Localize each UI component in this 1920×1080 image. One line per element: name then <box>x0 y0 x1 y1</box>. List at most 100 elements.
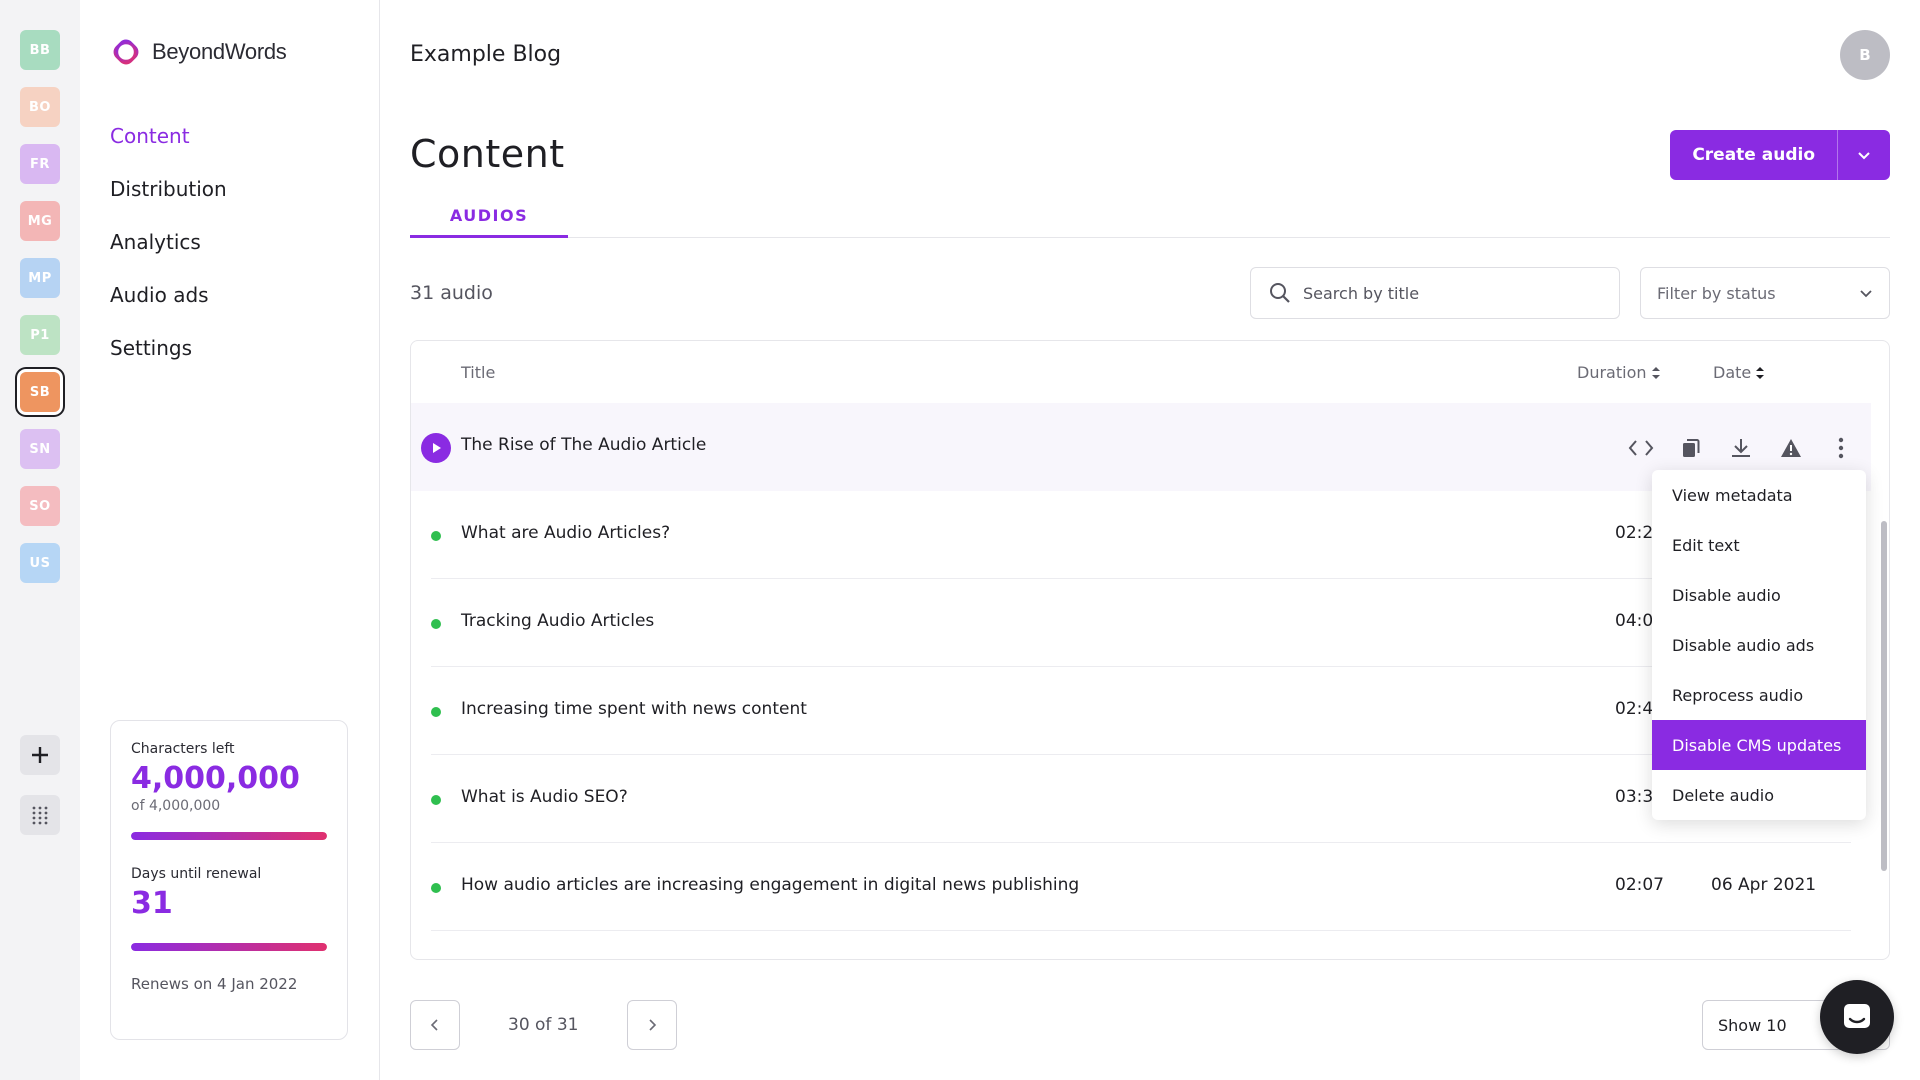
create-audio-dropdown-button[interactable] <box>1838 130 1890 180</box>
table-row[interactable]: Increasing time spent with news content 0… <box>431 667 1851 755</box>
menu-item-disable-audio[interactable]: Disable audio <box>1652 570 1866 620</box>
characters-label: Characters left <box>131 741 235 757</box>
menu-item-delete-audio[interactable]: Delete audio <box>1652 770 1866 820</box>
workspace-p1[interactable]: P1 <box>20 315 60 355</box>
previous-page-button[interactable] <box>410 1000 460 1050</box>
workspace-sb[interactable]: SB <box>20 372 60 412</box>
characters-progress <box>131 832 327 840</box>
tab-bar: AUDIOS <box>410 206 1890 238</box>
table-row[interactable]: Tracking Audio Articles 04:0 <box>431 579 1851 667</box>
table-row[interactable]: What is Audio SEO? 03:3 <box>431 755 1851 843</box>
more-options-button[interactable] <box>1826 433 1856 463</box>
table-scrollbar[interactable] <box>1881 521 1887 871</box>
row-duration: 02:4 <box>1615 699 1654 719</box>
workspace-rail: BB BO FR MG MP P1 SB SN SO US <box>0 0 80 1080</box>
menu-item-edit-text[interactable]: Edit text <box>1652 520 1866 570</box>
table-row[interactable]: What are Audio Articles? 02:2 <box>431 491 1851 579</box>
page-indicator: 30 of 31 <box>508 1015 579 1035</box>
row-actions-menu: View metadata Edit text Disable audio Disab… <box>1652 470 1866 820</box>
days-progress-fill <box>131 943 327 951</box>
column-duration: Duration <box>1577 363 1647 382</box>
warning-button[interactable] <box>1776 433 1806 463</box>
search-icon <box>1270 283 1290 303</box>
sort-icon <box>1756 366 1765 379</box>
days-value: 31 <box>131 886 173 921</box>
status-filter-select[interactable]: Filter by status <box>1640 267 1890 319</box>
row-title[interactable]: Tracking Audio Articles <box>461 611 654 631</box>
add-workspace-button[interactable] <box>20 735 60 775</box>
menu-item-disable-audio-ads[interactable]: Disable audio ads <box>1652 620 1866 670</box>
nav-item-audio-ads[interactable]: Audio ads <box>110 283 209 307</box>
tab-audios[interactable]: AUDIOS <box>410 206 568 238</box>
avatar[interactable]: B <box>1840 30 1890 80</box>
nav-item-distribution[interactable]: Distribution <box>110 177 227 201</box>
embed-button[interactable] <box>1626 433 1656 463</box>
row-title[interactable]: How audio articles are increasing engage… <box>461 875 1079 895</box>
column-duration-sort[interactable]: Duration <box>1577 363 1661 382</box>
workspace-so[interactable]: SO <box>20 486 60 526</box>
workspace-us[interactable]: US <box>20 543 60 583</box>
chat-icon <box>1844 1004 1870 1028</box>
sidebar: BeyondWords Content Distribution Analytics… <box>80 0 380 1080</box>
more-vertical-icon <box>1838 437 1844 459</box>
nav-item-content[interactable]: Content <box>110 124 190 148</box>
workspace-fr[interactable]: FR <box>20 144 60 184</box>
row-duration: 04:0 <box>1615 611 1654 631</box>
chevron-down-icon <box>1858 152 1870 160</box>
workspace-bb[interactable]: BB <box>20 30 60 70</box>
grid-icon <box>32 806 48 825</box>
status-dot <box>431 707 441 717</box>
download-button[interactable] <box>1726 433 1756 463</box>
audio-count: 31 audio <box>410 282 493 304</box>
chat-launcher-button[interactable] <box>1820 980 1894 1054</box>
status-filter-label: Filter by status <box>1657 283 1776 303</box>
plus-icon <box>32 747 48 763</box>
download-icon <box>1732 439 1750 457</box>
row-title[interactable]: The Rise of The Audio Article <box>461 435 706 455</box>
days-label: Days until renewal <box>131 866 262 882</box>
column-date: Date <box>1713 363 1752 382</box>
site-title: Example Blog <box>410 42 562 67</box>
table-header: Title Duration Date <box>411 341 1889 403</box>
apps-grid-button[interactable] <box>20 795 60 835</box>
page-title: Content <box>410 132 565 176</box>
renewal-date: Renews on 4 Jan 2022 <box>131 975 298 993</box>
row-title[interactable]: Increasing time spent with news content <box>461 699 807 719</box>
chevron-down-icon <box>1860 290 1872 298</box>
menu-item-view-metadata[interactable]: View metadata <box>1652 470 1866 520</box>
chevron-right-icon <box>649 1019 657 1031</box>
search-input[interactable] <box>1303 283 1593 303</box>
next-page-button[interactable] <box>627 1000 677 1050</box>
table-row[interactable]: How audio articles are increasing engage… <box>431 843 1851 931</box>
menu-item-disable-cms-updates[interactable]: Disable CMS updates <box>1652 720 1866 770</box>
beyondwords-logo-icon <box>113 39 139 65</box>
brand-name: BeyondWords <box>152 39 287 64</box>
page-size-label: Show 10 <box>1718 1015 1787 1035</box>
usage-card: Characters left 4,000,000 of 4,000,000 D… <box>110 720 348 1040</box>
create-audio-button[interactable]: Create audio <box>1670 130 1838 180</box>
row-duration: 02:07 <box>1615 875 1664 895</box>
brand-logo[interactable]: BeyondWords <box>110 36 287 68</box>
row-date: 06 Apr 2021 <box>1711 875 1817 895</box>
nav-item-settings[interactable]: Settings <box>110 336 192 360</box>
copy-button[interactable] <box>1676 433 1706 463</box>
status-dot <box>431 531 441 541</box>
nav-item-analytics[interactable]: Analytics <box>110 230 201 254</box>
column-date-sort[interactable]: Date <box>1713 363 1765 382</box>
row-title[interactable]: What is Audio SEO? <box>461 787 628 807</box>
menu-item-reprocess-audio[interactable]: Reprocess audio <box>1652 670 1866 720</box>
workspace-bo[interactable]: BO <box>20 87 60 127</box>
play-button[interactable] <box>421 433 451 463</box>
code-icon <box>1628 440 1654 456</box>
workspace-mp[interactable]: MP <box>20 258 60 298</box>
row-title[interactable]: What are Audio Articles? <box>461 523 670 543</box>
table-row[interactable]: How to launch a podcast on SpeechKit04:1… <box>431 931 1851 959</box>
chevron-left-icon <box>430 1019 438 1031</box>
workspace-mg[interactable]: MG <box>20 201 60 241</box>
status-dot <box>431 795 441 805</box>
row-actions <box>1626 433 1856 463</box>
row-duration: 02:2 <box>1615 523 1654 543</box>
workspace-sn[interactable]: SN <box>20 429 60 469</box>
status-dot <box>431 619 441 629</box>
status-dot <box>431 883 441 893</box>
